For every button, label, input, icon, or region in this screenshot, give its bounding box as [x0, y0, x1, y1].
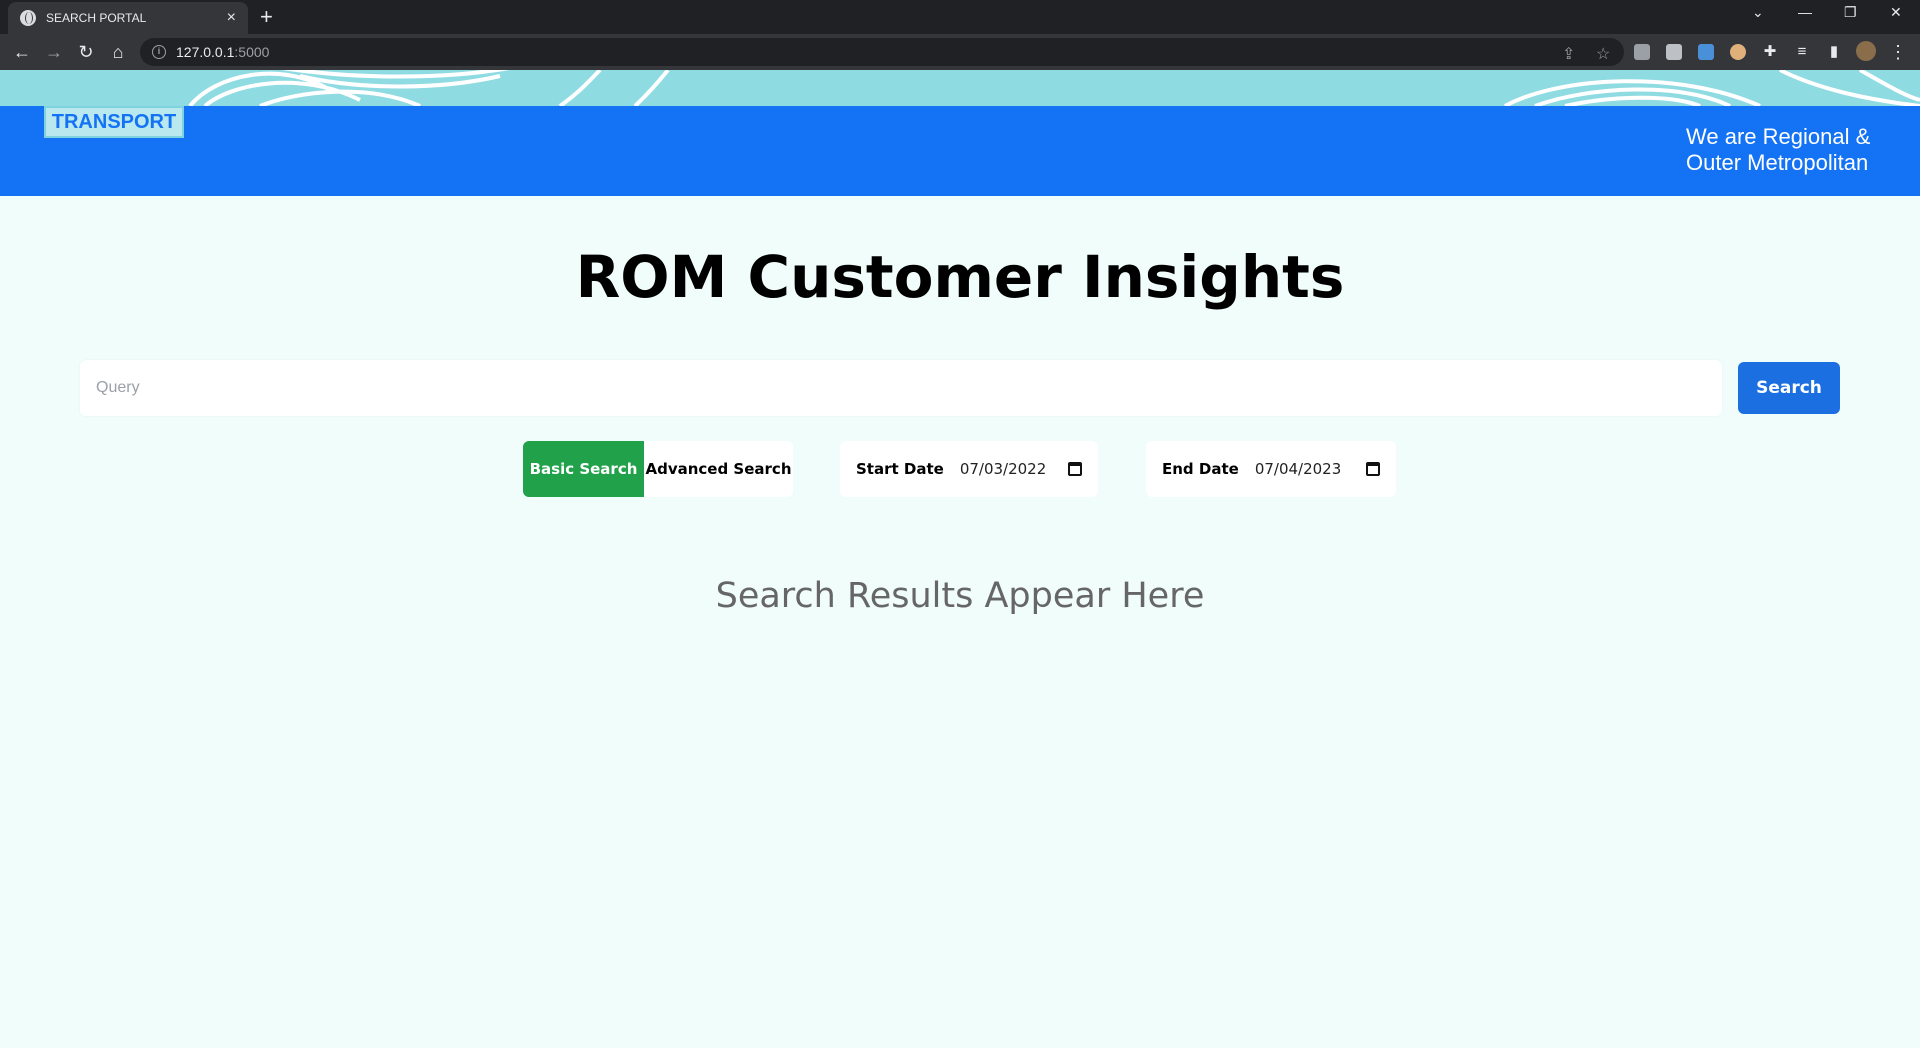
url-host: 127.0.0.1 [176, 44, 235, 60]
side-panel-icon[interactable]: ▮ [1822, 40, 1846, 64]
header-tagline: We are Regional & Outer Metropolitan [1686, 124, 1870, 176]
tagline-line-1: We are Regional & [1686, 124, 1871, 149]
start-date-label: Start Date [856, 460, 944, 478]
avatar[interactable] [1856, 41, 1876, 61]
restore-icon[interactable]: ❐ [1844, 4, 1857, 21]
transport-logo[interactable]: TRANSPORT [44, 106, 184, 138]
reload-icon[interactable]: ↻ [74, 40, 98, 64]
end-date-field[interactable]: End Date 07/04/2023 [1146, 441, 1396, 497]
start-date-field[interactable]: Start Date 07/03/2022 [840, 441, 1098, 497]
new-tab-button[interactable]: + [260, 5, 273, 29]
page-title: ROM Customer Insights [575, 243, 1345, 311]
header-banner [0, 106, 1920, 196]
tab-close-icon[interactable]: × [227, 10, 236, 26]
extension-icon[interactable] [1666, 44, 1682, 60]
tab-search-icon[interactable]: ⌄ [1752, 4, 1764, 21]
search-button[interactable]: Search [1738, 362, 1840, 414]
puzzle-icon[interactable]: ✚ [1758, 40, 1782, 64]
minimize-icon[interactable]: — [1798, 4, 1812, 20]
site-info-icon[interactable]: i [152, 45, 166, 59]
tagline-line-2: Outer Metropolitan [1686, 150, 1869, 175]
results-placeholder: Search Results Appear Here [715, 576, 1205, 616]
browser-tabstrip: SEARCH PORTAL × + ⌄ — ❐ ✕ [0, 0, 1920, 34]
query-input[interactable] [80, 360, 1722, 416]
globe-icon [20, 10, 36, 26]
end-date-label: End Date [1162, 460, 1239, 478]
tab-title: SEARCH PORTAL [46, 11, 147, 25]
end-date-value[interactable]: 07/04/2023 [1255, 460, 1366, 478]
header-wave-band [0, 70, 1920, 106]
wave-pattern [188, 70, 1920, 106]
url-port: :5000 [234, 44, 270, 60]
calendar-icon[interactable] [1068, 462, 1082, 476]
menu-icon[interactable]: ⋮ [1886, 40, 1910, 64]
home-icon[interactable]: ⌂ [106, 40, 130, 64]
start-date-value[interactable]: 07/03/2022 [960, 460, 1068, 478]
calendar-icon[interactable] [1366, 462, 1380, 476]
reading-list-icon[interactable]: ≡ [1790, 40, 1814, 64]
extension-icon[interactable] [1730, 44, 1746, 60]
browser-tab[interactable]: SEARCH PORTAL × [8, 2, 248, 34]
address-bar[interactable]: i 127.0.0.1:5000 ⇪ ☆ [140, 38, 1624, 66]
bookmark-star-icon[interactable]: ☆ [1596, 44, 1610, 64]
close-window-icon[interactable]: ✕ [1890, 4, 1902, 21]
browser-toolbar: ← → ↻ ⌂ i 127.0.0.1:5000 ⇪ ☆ ✚ ≡ ▮ ⋮ [0, 34, 1920, 70]
extension-icon[interactable] [1634, 44, 1650, 60]
advanced-search-button[interactable]: Advanced Search [644, 441, 793, 497]
url-text: 127.0.0.1:5000 [176, 44, 269, 60]
back-icon[interactable]: ← [10, 40, 34, 64]
share-icon[interactable]: ⇪ [1562, 44, 1575, 64]
extension-icon[interactable] [1698, 44, 1714, 60]
basic-search-button[interactable]: Basic Search [523, 441, 644, 497]
search-mode-toggle: Basic Search Advanced Search [523, 441, 793, 497]
forward-icon[interactable]: → [42, 40, 66, 64]
